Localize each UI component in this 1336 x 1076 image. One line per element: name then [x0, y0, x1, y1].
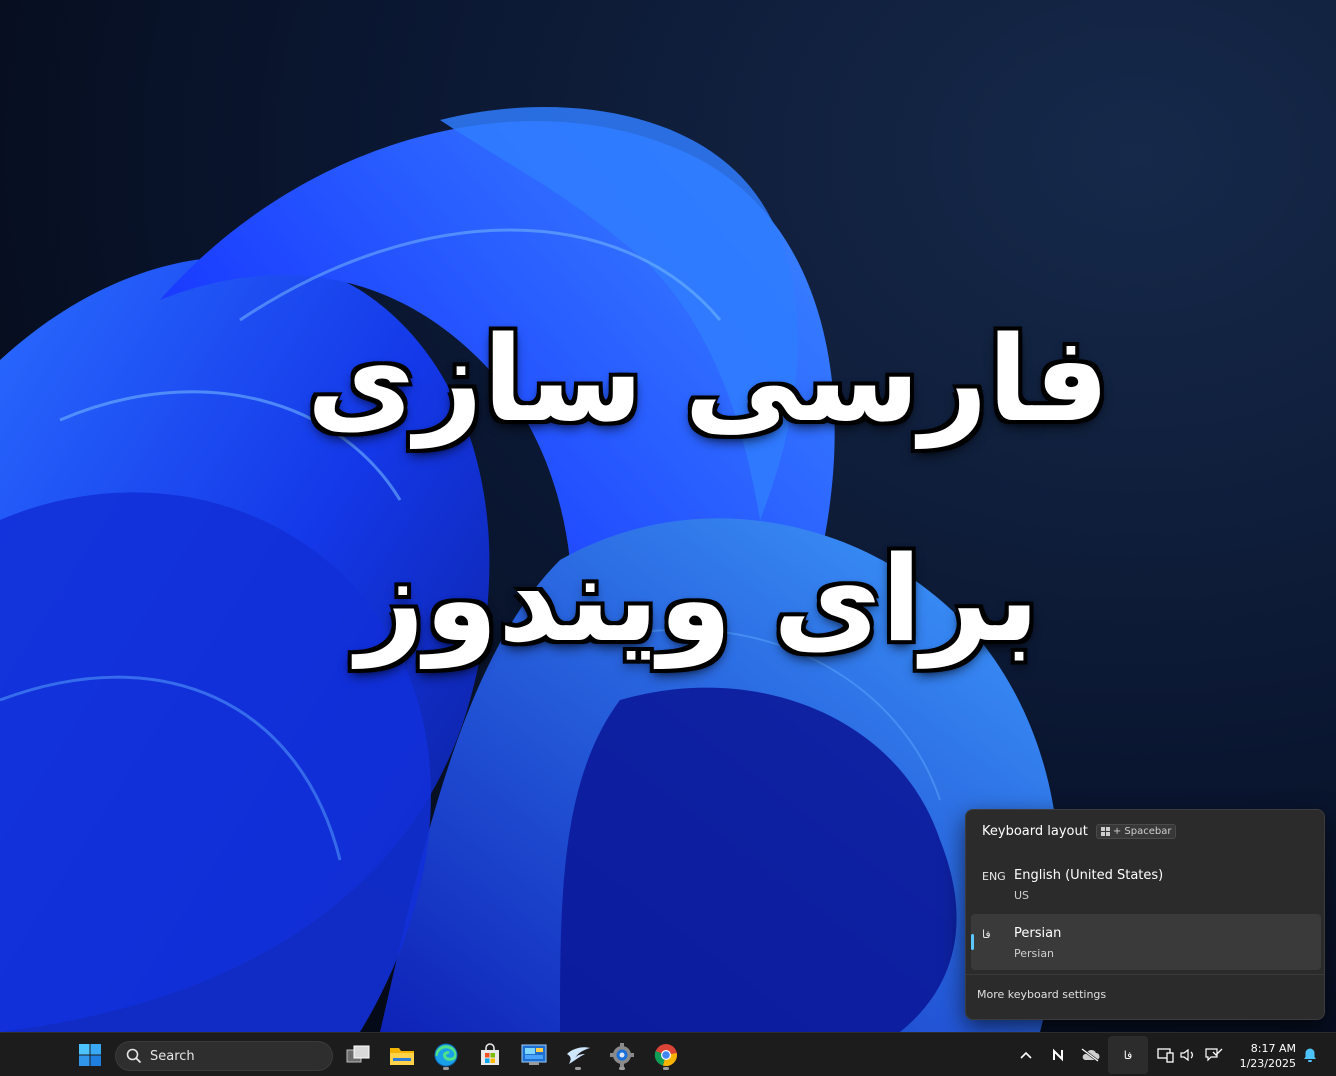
- layout-name: English (United States): [1014, 868, 1164, 883]
- tray-input-language[interactable]: فا: [1108, 1036, 1148, 1074]
- taskbar-chrome[interactable]: [650, 1039, 682, 1071]
- taskbar-control-panel[interactable]: [518, 1039, 550, 1071]
- flyout-divider: [966, 974, 1324, 975]
- tray-volume[interactable]: [1176, 1043, 1200, 1067]
- n-app-icon: [1053, 1048, 1063, 1062]
- running-indicator: [443, 1067, 449, 1070]
- taskbar: Search فا 8:17 AM 1/23/2025: [0, 1032, 1336, 1076]
- tray-app-n[interactable]: [1046, 1043, 1070, 1067]
- clock-time: 8:17 AM: [1250, 1042, 1296, 1055]
- folder-icon: [390, 1048, 414, 1065]
- layout-option-persian[interactable]: فا Persian Persian: [971, 914, 1321, 970]
- search-box[interactable]: Search: [115, 1041, 333, 1071]
- search-icon: [126, 1048, 142, 1064]
- network-icon: [1157, 1048, 1174, 1063]
- windows-logo-icon: [79, 1044, 101, 1066]
- taskbar-task-view[interactable]: [342, 1039, 374, 1071]
- layout-name: Persian: [1014, 926, 1062, 941]
- control-panel-icon: [521, 1044, 547, 1065]
- taskbar-swift-app[interactable]: [562, 1039, 594, 1071]
- windows-key-icon: [1100, 827, 1110, 836]
- chrome-browser-icon: [654, 1044, 677, 1067]
- layout-keyboard: Persian: [1014, 947, 1055, 960]
- shield-chat-icon: [1205, 1048, 1223, 1062]
- more-keyboard-settings-link[interactable]: More keyboard settings: [977, 988, 1106, 1001]
- chevron-up-icon: [1020, 1051, 1032, 1059]
- tray-security[interactable]: [1202, 1043, 1226, 1067]
- shortcut-hint: + Spacebar: [1095, 824, 1177, 839]
- shortcut-label: + Spacebar: [1112, 826, 1172, 837]
- store-icon: [481, 1043, 499, 1065]
- flyout-title: Keyboard layout: [982, 824, 1088, 839]
- tray-show-hidden[interactable]: [1014, 1043, 1038, 1067]
- tray-onedrive[interactable]: [1078, 1043, 1102, 1067]
- keyboard-layout-flyout: Keyboard layout + Spacebar ENG English (…: [965, 809, 1325, 1020]
- tray-network[interactable]: [1154, 1043, 1178, 1067]
- flyout-header: Keyboard layout + Spacebar: [982, 824, 1177, 839]
- start-button[interactable]: [74, 1039, 106, 1071]
- running-indicator: [619, 1067, 625, 1070]
- task-view-icon: [346, 1045, 370, 1063]
- bell-icon: [1304, 1048, 1316, 1062]
- overlay-title-line-2: برای ویندوز: [356, 530, 1040, 668]
- overlay-title-line-1: فارسی سازی: [306, 310, 1110, 448]
- gear-icon: [610, 1043, 634, 1067]
- running-indicator: [663, 1067, 669, 1070]
- taskbar-settings[interactable]: [606, 1039, 638, 1071]
- taskbar-edge[interactable]: [430, 1039, 462, 1071]
- edge-browser-icon: [434, 1043, 458, 1067]
- speaker-icon: [1180, 1048, 1193, 1062]
- layout-code: ENG: [982, 870, 1006, 883]
- layout-option-english[interactable]: ENG English (United States) US: [971, 856, 1321, 912]
- tray-notifications[interactable]: [1298, 1043, 1322, 1067]
- cloud-offline-icon: [1081, 1048, 1100, 1062]
- taskbar-file-explorer[interactable]: [386, 1039, 418, 1071]
- swift-bird-icon: [567, 1047, 590, 1064]
- running-indicator: [575, 1067, 581, 1070]
- layout-keyboard: US: [1014, 889, 1030, 902]
- layout-code: فا: [982, 928, 991, 941]
- search-label: Search: [150, 1048, 195, 1064]
- clock[interactable]: 8:17 AM 1/23/2025: [1230, 1041, 1296, 1071]
- selected-indicator: [971, 934, 974, 950]
- clock-date: 1/23/2025: [1239, 1057, 1296, 1070]
- taskbar-microsoft-store[interactable]: [474, 1039, 506, 1071]
